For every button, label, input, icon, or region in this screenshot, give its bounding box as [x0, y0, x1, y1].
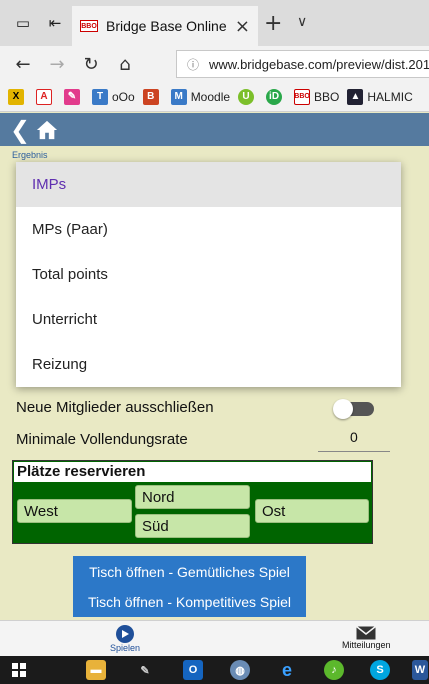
globe-icon[interactable]: ◍	[230, 660, 250, 680]
toggle-knob	[333, 399, 353, 419]
favorite-label: BBO	[314, 89, 340, 104]
tab-preview-icon[interactable]: ▭	[12, 12, 34, 34]
favorite-x[interactable]: X	[8, 88, 28, 105]
play-icon	[116, 625, 135, 643]
back-chevron-icon[interactable]: ❮	[10, 118, 30, 142]
seat-east[interactable]: Ost	[255, 499, 369, 523]
close-tab-icon[interactable]: ×	[235, 16, 250, 37]
edge-icon[interactable]: e	[277, 660, 297, 680]
exclude-new-members-toggle[interactable]	[333, 399, 374, 419]
u-icon: U	[238, 88, 255, 105]
messages-tab[interactable]: Mitteilungen	[342, 626, 391, 650]
new-tab-button[interactable]: +	[264, 11, 282, 36]
play-tab-label: Spielen	[110, 643, 141, 653]
favorite-bbo[interactable]: BBO BBO	[294, 88, 340, 105]
seat-reservation-panel: Plätze reservieren Nord West Ost Süd	[12, 460, 373, 544]
open-competitive-table-button[interactable]: Tisch öffnen - Kompetitives Spiel	[73, 586, 306, 617]
favorite-id[interactable]: iD	[266, 88, 286, 105]
app-header: ❮	[0, 113, 429, 146]
windows-start-icon[interactable]	[12, 663, 26, 677]
dropdown-option-teaching[interactable]: Unterricht	[16, 297, 401, 342]
paint-icon[interactable]: ✎	[135, 660, 155, 680]
seat-west[interactable]: West	[17, 499, 132, 523]
seat-south[interactable]: Süd	[135, 514, 250, 538]
favorite-ooo[interactable]: ToOo	[92, 88, 135, 105]
input-underline	[318, 451, 390, 452]
exclude-new-members-label: Neue Mitglieder ausschließen	[16, 399, 214, 416]
favorites-bar: X A ✎ ToOo B M Moodle U iD BBO BBO ▲ HALMIC	[0, 82, 429, 112]
favorite-acrobat[interactable]: A	[36, 88, 56, 105]
pen-icon: ✎	[64, 88, 80, 105]
dropdown-option-mps-pair[interactable]: MPs (Paar)	[16, 207, 401, 252]
scoring-dropdown-menu: IMPs MPs (Paar) Total points Unterricht …	[16, 162, 401, 387]
browser-nav-bar: ← → ↻ ⌂ ⓘ www.bridgebase.com/preview/dis…	[0, 46, 429, 82]
music-icon[interactable]: ♪	[324, 660, 344, 680]
forward-arrow-icon[interactable]: →	[40, 54, 74, 75]
moodle-icon: M	[170, 88, 187, 105]
tab-menu-chevron-icon[interactable]: ∨	[297, 14, 307, 30]
tab-title: Bridge Base Online	[106, 18, 227, 34]
favorite-bmf[interactable]: B	[142, 88, 163, 105]
favorite-label: Moodle	[190, 89, 231, 104]
seat-reservation-title: Plätze reservieren	[14, 462, 371, 482]
back-arrow-icon[interactable]: ←	[6, 54, 40, 75]
min-completion-input[interactable]: 0	[350, 429, 358, 445]
tab-aside-icon[interactable]: ⇤	[44, 12, 66, 34]
favorite-u[interactable]: U	[238, 88, 258, 105]
messages-tab-label: Mitteilungen	[342, 640, 391, 650]
x-icon: X	[8, 88, 24, 105]
skype-icon[interactable]: S	[370, 660, 390, 680]
dropdown-option-imps[interactable]: IMPs	[16, 162, 401, 207]
info-icon[interactable]: ⓘ	[187, 56, 199, 73]
address-bar[interactable]: ⓘ www.bridgebase.com/preview/dist.2018	[176, 50, 429, 78]
browser-tab[interactable]: BBO Bridge Base Online ×	[72, 6, 258, 46]
word-icon[interactable]: W	[412, 660, 428, 680]
min-completion-label: Minimale Vollendungsrate	[16, 431, 188, 448]
section-label: Ergebnis	[12, 150, 48, 160]
mail-icon	[356, 626, 377, 640]
bmf-icon: B	[142, 88, 159, 105]
halmic-icon: ▲	[347, 88, 364, 105]
favorite-halmic[interactable]: ▲ HALMIC	[347, 88, 413, 105]
refresh-icon[interactable]: ↻	[74, 54, 108, 75]
bottom-nav-bar: Spielen Mitteilungen	[0, 620, 429, 656]
bbo-favicon: BBO	[80, 20, 98, 32]
id-icon: iD	[266, 88, 283, 105]
home-icon[interactable]	[36, 119, 58, 141]
play-tab[interactable]: Spielen	[110, 625, 140, 653]
windows-taskbar: ▬ ✎ O ◍ e ♪ S W	[0, 656, 429, 684]
acrobat-icon: A	[36, 88, 52, 105]
favorite-label: HALMIC	[367, 89, 413, 104]
bbo-icon: BBO	[294, 88, 311, 105]
teams-icon: T	[92, 88, 108, 105]
outlook-icon[interactable]: O	[183, 660, 203, 680]
browser-tab-bar: ▭ ⇤ BBO Bridge Base Online × + ∨	[0, 0, 429, 46]
favorite-moodle[interactable]: M Moodle	[170, 88, 231, 105]
seat-north[interactable]: Nord	[135, 485, 250, 509]
file-explorer-icon[interactable]: ▬	[86, 660, 106, 680]
url-text: www.bridgebase.com/preview/dist.2018	[209, 56, 429, 72]
favorite-pen[interactable]: ✎	[64, 88, 84, 105]
favorite-label: oOo	[112, 89, 135, 104]
dropdown-option-bidding[interactable]: Reizung	[16, 342, 401, 387]
open-casual-table-button[interactable]: Tisch öffnen - Gemütliches Spiel	[73, 556, 306, 587]
home-nav-icon[interactable]: ⌂	[108, 54, 142, 75]
dropdown-option-total-points[interactable]: Total points	[16, 252, 401, 297]
